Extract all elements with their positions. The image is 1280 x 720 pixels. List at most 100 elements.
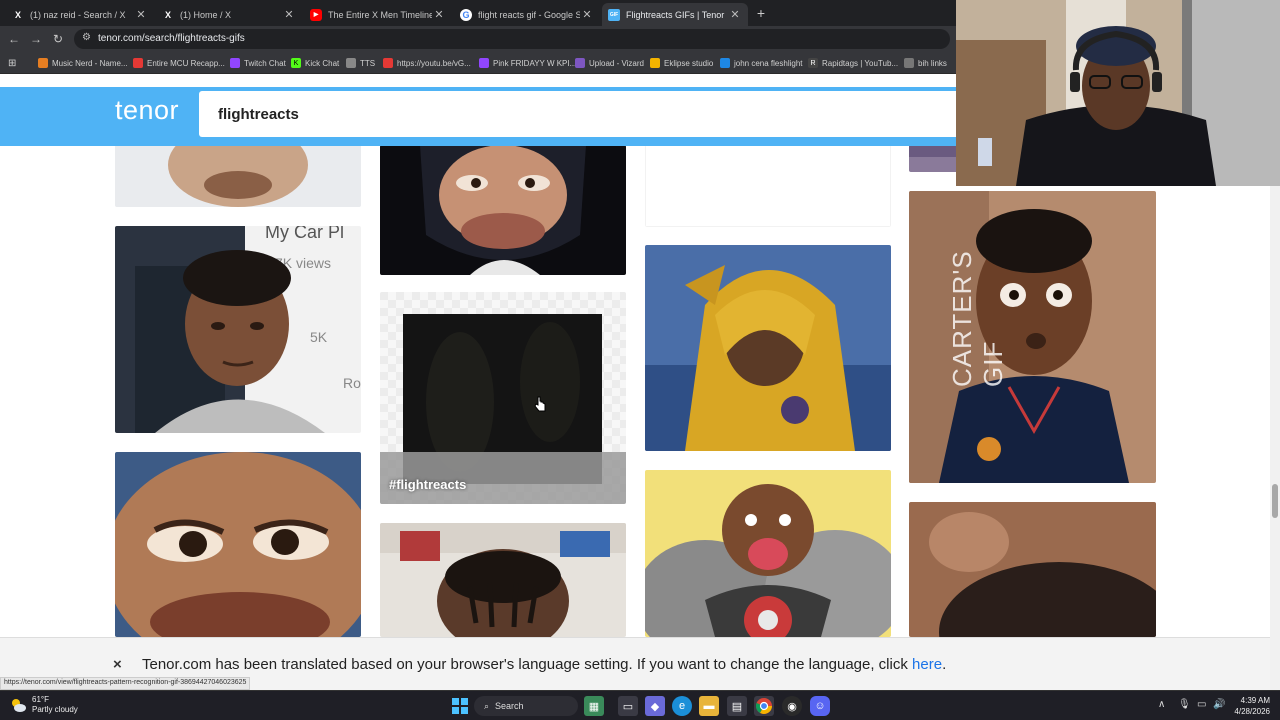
- store-icon[interactable]: ▤: [727, 696, 747, 716]
- clock-date: 4/28/2026: [1234, 707, 1270, 716]
- bookmark-john-cena[interactable]: john cena fleshlight: [720, 56, 803, 70]
- bookmark-rapidtags[interactable]: R Rapidtags | YouTub...: [808, 56, 898, 70]
- url-text: tenor.com/search/flightreacts-gifs: [98, 33, 245, 44]
- scrollbar-thumb[interactable]: [1272, 484, 1278, 518]
- tab-title: The Entire X Men Timeline Expl: [328, 9, 432, 20]
- gif-image: [645, 245, 891, 451]
- x-icon: X: [14, 9, 21, 20]
- chrome-icon[interactable]: [754, 696, 774, 716]
- tenor-logo[interactable]: tenor: [115, 95, 179, 126]
- gif-tile-flightreacts-tag[interactable]: #flightreacts: [380, 292, 626, 504]
- youtube-icon: [133, 58, 143, 68]
- gif-tile[interactable]: [380, 523, 626, 637]
- gif-tile[interactable]: [380, 145, 626, 275]
- gif-tile[interactable]: My Car Pl 7K views 5K Ro: [115, 226, 361, 433]
- close-icon[interactable]: ✕: [728, 8, 742, 21]
- edge-icon[interactable]: e: [672, 696, 692, 716]
- taskbar: 61°F Partly cloudy ⌕ Search ▦ ▭ ◆ e ▬ ▤ …: [0, 690, 1280, 720]
- youtube-icon: [383, 58, 393, 68]
- search-input[interactable]: [199, 91, 969, 137]
- tray-chevron-icon[interactable]: ∧: [1158, 699, 1165, 710]
- tts-icon: [346, 58, 356, 68]
- gif-image: My Car Pl 7K views 5K Ro: [115, 226, 361, 433]
- copilot-icon[interactable]: ◆: [645, 696, 665, 716]
- kick-icon: K: [291, 58, 301, 68]
- file-explorer-icon[interactable]: ▬: [699, 696, 719, 716]
- partly-cloudy-icon: [12, 699, 26, 712]
- gif-tile[interactable]: [115, 452, 361, 637]
- eklipse-icon: [650, 58, 660, 68]
- twitch-icon: [479, 58, 489, 68]
- obs-icon[interactable]: ◉: [782, 696, 802, 716]
- gif-image: [645, 470, 891, 637]
- gif-tile[interactable]: [115, 145, 361, 207]
- bookmark-youtube-link[interactable]: https://youtu.be/vG...: [383, 56, 471, 70]
- gif-image: [380, 145, 626, 275]
- bookmark-bih-links[interactable]: bih links: [904, 56, 947, 70]
- weather-widget[interactable]: 61°F Partly cloudy: [10, 695, 78, 715]
- new-tab-button[interactable]: +: [753, 3, 769, 23]
- google-icon: G: [460, 8, 472, 21]
- gif-tile[interactable]: [645, 245, 891, 451]
- gif-watermark: CARTER'S GIF: [947, 250, 1008, 387]
- close-icon[interactable]: ✕: [432, 8, 446, 21]
- system-clock[interactable]: 4:39 AM 4/28/2026: [1218, 695, 1270, 717]
- gif-tag-label[interactable]: #flightreacts: [389, 477, 466, 492]
- task-view-icon[interactable]: ▭: [618, 696, 638, 716]
- bookmark-tts[interactable]: TTS: [346, 56, 375, 70]
- gif-tile[interactable]: [645, 145, 891, 227]
- taskbar-search[interactable]: ⌕ Search: [474, 696, 578, 716]
- tab-youtube[interactable]: ▶ The Entire X Men Timeline Expl ✕: [304, 3, 452, 26]
- tab-x-search[interactable]: X (1) naz reid - Search / X ✕: [6, 3, 154, 26]
- bookmark-twitch-chat[interactable]: Twitch Chat: [230, 56, 286, 70]
- gif-image: [115, 452, 361, 637]
- tab-title: (1) Home / X: [180, 9, 232, 20]
- svg-text:My Car Pl: My Car Pl: [265, 226, 344, 242]
- tab-title: Flightreacts GIFs | Tenor: [626, 9, 725, 20]
- gif-image: [115, 145, 361, 207]
- microphone-icon[interactable]: 🎙: [1178, 699, 1191, 710]
- reload-icon[interactable]: ↻: [50, 31, 66, 47]
- close-icon[interactable]: ×: [113, 656, 122, 673]
- bookmark-eklipse[interactable]: Eklipse studio: [650, 56, 713, 70]
- bookmark-vizard[interactable]: Upload - Vizard: [575, 56, 644, 70]
- search-icon: ⌕: [484, 700, 490, 711]
- widgets-icon[interactable]: ▦: [584, 696, 604, 716]
- gif-tile[interactable]: [645, 470, 891, 637]
- bookmark-music-nerd[interactable]: Music Nerd - Name...: [38, 56, 128, 70]
- display-icon[interactable]: ▭: [1197, 699, 1206, 710]
- forward-arrow-icon[interactable]: →: [28, 31, 44, 47]
- tab-title: flight reacts gif - Google Search: [478, 9, 580, 20]
- webcam-overlay: [956, 0, 1280, 186]
- tab-x-home[interactable]: X (1) Home / X ✕: [156, 3, 302, 26]
- tenor-icon: GIF: [608, 8, 620, 21]
- windows-start-icon[interactable]: [450, 696, 470, 716]
- bookmark-kick-chat[interactable]: K Kick Chat: [291, 56, 339, 70]
- address-bar[interactable]: ⚙ tenor.com/search/flightreacts-gifs: [74, 29, 950, 49]
- svg-text:5K: 5K: [310, 329, 328, 345]
- site-info-icon[interactable]: ⚙: [82, 32, 91, 43]
- bookmark-pink-friday[interactable]: Pink FRIDAYY W KPI...: [479, 56, 576, 70]
- close-icon[interactable]: ✕: [134, 8, 148, 21]
- webcam-image: [956, 0, 1280, 186]
- search-box[interactable]: [199, 91, 969, 137]
- bookmark-icon: [720, 58, 730, 68]
- apps-grid-icon[interactable]: ⊞: [8, 56, 16, 70]
- youtube-icon: ▶: [310, 8, 322, 21]
- weather-temp: 61°F: [32, 695, 49, 704]
- tab-tenor[interactable]: GIF Flightreacts GIFs | Tenor ✕: [602, 3, 748, 26]
- globe-icon: [904, 58, 914, 68]
- bookmark-mcu-recap[interactable]: Entire MCU Recapp...: [133, 56, 225, 70]
- notice-text: Tenor.com has been translated based on y…: [142, 656, 947, 673]
- gif-image: [380, 292, 626, 504]
- gif-tile[interactable]: CARTER'S GIF: [909, 191, 1156, 483]
- gif-image: [380, 523, 626, 637]
- close-icon[interactable]: ✕: [282, 8, 296, 21]
- close-icon[interactable]: ✕: [580, 8, 594, 21]
- gif-tile[interactable]: [909, 502, 1156, 637]
- tab-google[interactable]: G flight reacts gif - Google Search ✕: [454, 3, 600, 26]
- change-language-link[interactable]: here: [912, 656, 942, 673]
- back-arrow-icon[interactable]: ←: [6, 31, 22, 47]
- discord-icon[interactable]: ☺: [810, 696, 830, 716]
- x-icon: X: [164, 9, 171, 20]
